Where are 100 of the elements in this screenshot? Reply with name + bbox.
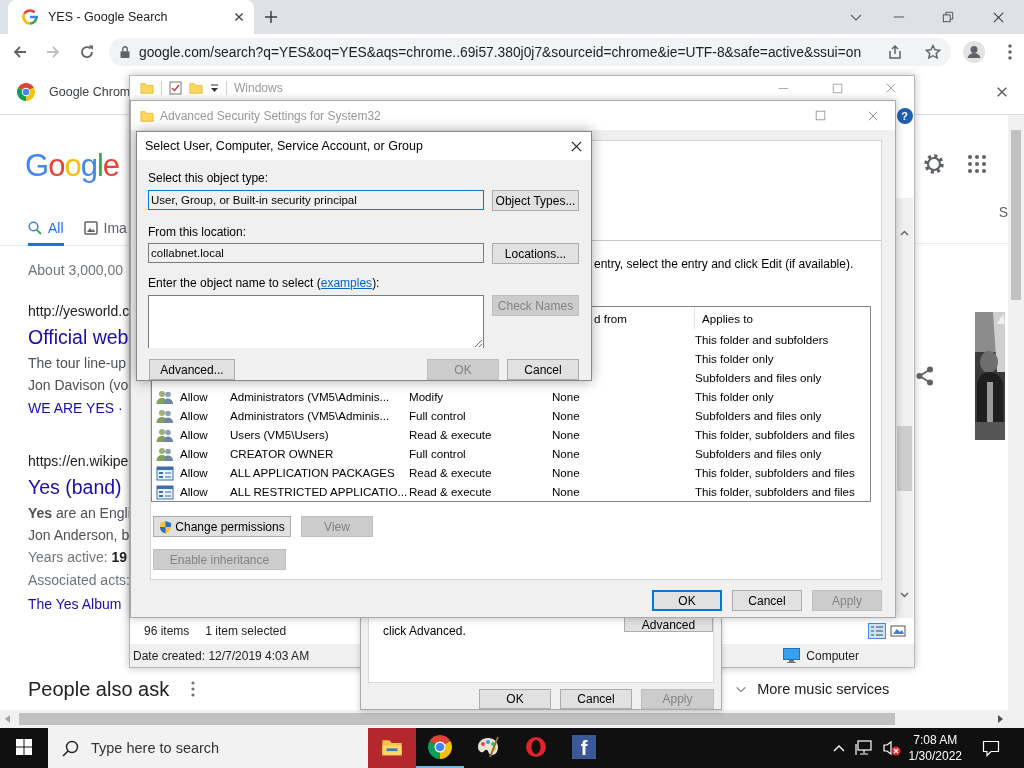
- button[interactable]: Cancel: [732, 590, 802, 611]
- search-icon: [28, 220, 42, 235]
- table-cell-text: Allow: [180, 466, 209, 479]
- chrome-logo-icon: [17, 83, 35, 101]
- image-icon: [83, 220, 98, 235]
- button[interactable]: Advanced...: [149, 359, 235, 380]
- column-header[interactable]: d from: [594, 312, 627, 325]
- button[interactable]: OK: [479, 689, 551, 709]
- chevron-up-icon[interactable]: [832, 744, 845, 752]
- app-list-icon: [156, 483, 174, 500]
- close-icon[interactable]: [996, 86, 1008, 98]
- large-icons-view-icon[interactable]: [890, 624, 906, 638]
- maximize-icon[interactable]: [815, 110, 826, 121]
- scroll-right-icon[interactable]: [997, 715, 1003, 723]
- result-snippet: Jon Anderson, b: [28, 526, 130, 545]
- table-cell-text: Read & execute: [409, 428, 493, 441]
- table-cell-text: CREATOR OWNER: [230, 447, 335, 460]
- table-cell-text: Full control: [409, 409, 467, 422]
- table-cell-text: Full control: [409, 447, 467, 460]
- help-icon[interactable]: ?: [896, 108, 913, 124]
- users-icon: [156, 445, 174, 462]
- table-cell-text: ALL APPLICATION PACKAGES: [230, 466, 396, 479]
- palette-icon[interactable]: [476, 735, 500, 759]
- button[interactable]: Locations...: [492, 243, 579, 264]
- column-header[interactable]: Applies to: [702, 312, 753, 325]
- share-icon[interactable]: [887, 44, 903, 60]
- close-icon[interactable]: [234, 12, 244, 22]
- table-cell-text: None: [552, 428, 581, 441]
- table-cell-text: This folder, subfolders and files: [695, 485, 856, 498]
- result-stats: About 3,000,00: [28, 262, 124, 278]
- input-field[interactable]: [148, 295, 484, 348]
- star-icon[interactable]: [925, 44, 941, 60]
- dialog-title: Select User, Computer, Service Account, or Group: [145, 139, 423, 153]
- search-icon: [62, 739, 79, 757]
- button[interactable]: Object Types...: [492, 190, 579, 211]
- close-icon[interactable]: [570, 139, 583, 153]
- restore-icon[interactable]: [942, 11, 954, 23]
- more-icon[interactable]: [191, 681, 196, 697]
- button[interactable]: Advanced: [624, 618, 713, 632]
- network-icon[interactable]: [854, 740, 873, 756]
- details-view-icon[interactable]: [868, 623, 886, 639]
- plus-icon[interactable]: [264, 10, 278, 24]
- button[interactable]: Cancel: [507, 359, 579, 380]
- result-title[interactable]: Yes (band): [28, 472, 122, 502]
- scroll-down-icon[interactable]: [900, 592, 909, 598]
- table-cell-text: Subfolders and files only: [695, 409, 823, 422]
- start-icon[interactable]: [16, 739, 32, 755]
- search-tab[interactable]: Ima: [83, 212, 127, 246]
- table-cell-text: Allow: [180, 428, 209, 441]
- status-text: Date created: 12/7/2019 4:03 AM: [133, 648, 310, 663]
- back-icon[interactable]: [12, 44, 28, 60]
- expand-link[interactable]: More music services: [757, 681, 890, 697]
- result-link[interactable]: WE ARE YES ·: [28, 397, 123, 419]
- settings-icon[interactable]: [923, 153, 945, 175]
- address-bar[interactable]: google.com/search?q=YES&oq=YES&aqs=chrome..69i57.380j0j7&sourceid=chrome&ie=UTF-8&safe=active&ssui=on: [109, 38, 951, 66]
- result-title[interactable]: Official web: [28, 322, 129, 352]
- app-list-icon: [156, 464, 174, 481]
- table-cell-text: None: [552, 485, 581, 498]
- button[interactable]: Change permissions: [153, 516, 291, 537]
- reload-icon[interactable]: [79, 44, 95, 60]
- close-icon[interactable]: [992, 11, 1005, 24]
- table-cell-text: None: [552, 447, 581, 460]
- table-cell-text: Subfolders and files only: [695, 371, 823, 384]
- scrollbar-thumb[interactable]: [1011, 130, 1021, 300]
- menu-icon[interactable]: [1008, 44, 1012, 60]
- examples-link[interactable]: examples: [320, 276, 373, 290]
- button[interactable]: Cancel: [560, 689, 632, 709]
- dropdown-icon[interactable]: [210, 83, 219, 93]
- notification-icon[interactable]: [982, 739, 1000, 757]
- google-logo: Google: [25, 148, 119, 184]
- share-icon[interactable]: [916, 366, 934, 386]
- table-cell-text: This folder only: [695, 352, 775, 365]
- button[interactable]: OK: [652, 590, 722, 611]
- users-icon: [156, 407, 174, 424]
- browser-icon[interactable]: [428, 735, 452, 759]
- result-link[interactable]: The Yes Album: [28, 593, 122, 615]
- properties-icon[interactable]: [169, 81, 182, 95]
- clock-time[interactable]: 7:08 AM: [913, 732, 958, 748]
- browser-tab[interactable]: YES - Google Search: [8, 0, 254, 34]
- section-heading: People also ask: [28, 677, 170, 701]
- profile-icon[interactable]: [963, 41, 985, 63]
- table-cell-text: Administrators (VM5\Adminis...: [230, 390, 391, 403]
- table-cell-text: This folder only: [695, 390, 775, 403]
- app-icon[interactable]: f: [572, 735, 596, 759]
- taskbar-button[interactable]: f: [560, 728, 608, 768]
- infobar-text: Google Chrom: [49, 85, 131, 99]
- ring-icon[interactable]: [524, 735, 548, 759]
- scroll-up-icon[interactable]: [900, 230, 909, 236]
- table-cell-text: Modify: [409, 390, 445, 403]
- table-cell: ALL RESTRICTED APPLICATIO...: [230, 485, 409, 498]
- apps-icon[interactable]: [968, 155, 986, 173]
- search-tab[interactable]: All: [28, 212, 64, 246]
- input-field[interactable]: collabnet.local: [148, 243, 484, 263]
- scrollbar-thumb[interactable]: [19, 713, 895, 725]
- input-field[interactable]: User, Group, or Built-in security principal: [148, 190, 484, 210]
- speaker-muted-icon[interactable]: [882, 740, 901, 756]
- scrollbar-thumb[interactable]: [897, 426, 912, 491]
- search-field[interactable]: Type here to search: [48, 728, 368, 768]
- search-tab[interactable]: S: [998, 203, 1008, 220]
- clock-date[interactable]: 1/30/2022: [908, 748, 962, 764]
